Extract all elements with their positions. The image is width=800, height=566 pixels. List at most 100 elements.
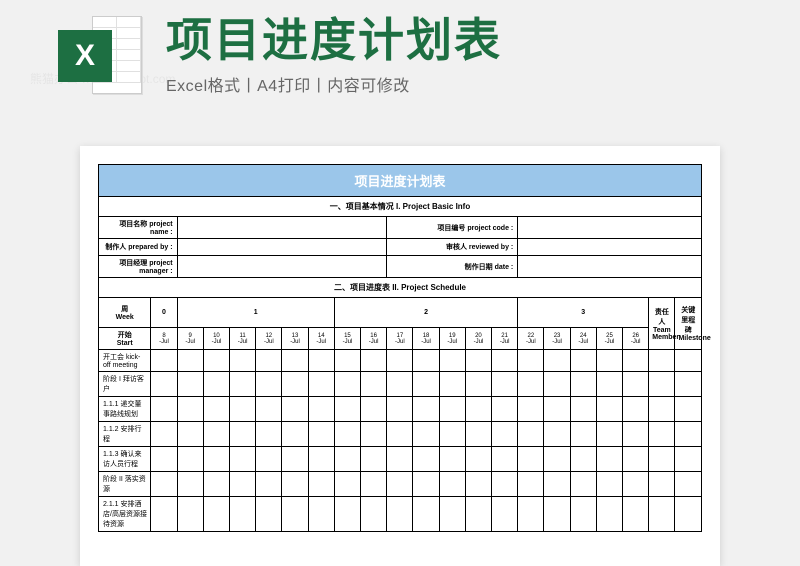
date-cell: 8 -Jul [151,328,177,350]
gantt-cell [282,350,308,372]
info-value [518,256,702,278]
date-cell: 11 -Jul [230,328,256,350]
gantt-cell [570,422,596,447]
page-header: X 项目进度计划表 Excel格式丨A4打印丨内容可修改 [58,16,760,96]
gantt-cell [203,372,229,397]
date-cell: 16 -Jul [361,328,387,350]
gantt-cell [334,497,360,532]
date-cell: 26 -Jul [623,328,649,350]
gantt-cell [256,472,282,497]
gantt-cell [465,497,491,532]
gantt-cell [518,472,544,497]
gantt-cell [544,372,570,397]
gantt-cell [361,350,387,372]
gantt-cell [623,350,649,372]
gantt-cell [177,472,203,497]
week-label: 周 Week [99,298,151,328]
gantt-cell [230,372,256,397]
gantt-cell [334,422,360,447]
gantt-cell [282,447,308,472]
task-name: 2.1.1 安排酒店/高层资源接待资源 [99,497,151,532]
gantt-cell [596,447,622,472]
milestone-cell [675,422,702,447]
gantt-cell [439,372,465,397]
gantt-cell [544,350,570,372]
gantt-cell [151,350,177,372]
info-value [177,256,387,278]
gantt-cell [413,497,439,532]
info-value [177,217,387,239]
gantt-cell [361,472,387,497]
gantt-cell [623,422,649,447]
milestone-col-header: 关键里程碑 Milestone [675,298,702,350]
gantt-cell [596,350,622,372]
gantt-cell [570,372,596,397]
task-name: 1.1.2 安排行程 [99,422,151,447]
gantt-cell [439,447,465,472]
team-cell [649,422,675,447]
team-cell [649,350,675,372]
gantt-cell [230,447,256,472]
gantt-cell [596,497,622,532]
gantt-cell [570,497,596,532]
date-cell: 22 -Jul [518,328,544,350]
gantt-cell [256,447,282,472]
info-label: 项目经理 project manager : [99,256,178,278]
gantt-cell [256,497,282,532]
info-value [177,239,387,256]
date-cell: 10 -Jul [203,328,229,350]
gantt-cell [203,497,229,532]
gantt-cell [308,372,334,397]
gantt-cell [177,447,203,472]
team-cell [649,447,675,472]
gantt-cell [282,422,308,447]
task-name: 1.1.1 递交董事路线规划 [99,397,151,422]
week-0: 0 [151,298,177,328]
gantt-cell [413,472,439,497]
task-name: 阶段 I 拜访客户 [99,372,151,397]
gantt-cell [596,422,622,447]
milestone-cell [675,372,702,397]
gantt-cell [230,472,256,497]
gantt-cell [439,350,465,372]
date-cell: 15 -Jul [334,328,360,350]
gantt-cell [413,422,439,447]
gantt-cell [465,397,491,422]
gantt-cell [387,447,413,472]
gantt-cell [203,422,229,447]
excel-icon-letter: X [75,39,95,73]
milestone-cell [675,397,702,422]
info-label: 项目编号 project code : [387,217,518,239]
info-label: 制作人 prepared by : [99,239,178,256]
date-cell: 23 -Jul [544,328,570,350]
gantt-cell [465,472,491,497]
team-cell [649,472,675,497]
gantt-cell [387,422,413,447]
gantt-cell [151,397,177,422]
gantt-cell [177,372,203,397]
gantt-cell [256,372,282,397]
gantt-cell [439,397,465,422]
sheet-title: 项目进度计划表 [99,165,702,197]
date-cell: 17 -Jul [387,328,413,350]
gantt-cell [308,447,334,472]
task-name: 开工会 kick-off meeting [99,350,151,372]
gantt-cell [308,497,334,532]
gantt-cell [465,422,491,447]
team-col-header: 责任人 Team Member [649,298,675,350]
date-cell: 18 -Jul [413,328,439,350]
gantt-cell [203,447,229,472]
gantt-cell [623,497,649,532]
gantt-cell [177,422,203,447]
gantt-cell [465,372,491,397]
gantt-cell [413,447,439,472]
gantt-cell [492,472,518,497]
gantt-cell [256,422,282,447]
gantt-cell [596,372,622,397]
gantt-cell [203,397,229,422]
gantt-cell [596,472,622,497]
gantt-cell [492,447,518,472]
gantt-cell [492,372,518,397]
gantt-cell [439,472,465,497]
gantt-cell [387,497,413,532]
